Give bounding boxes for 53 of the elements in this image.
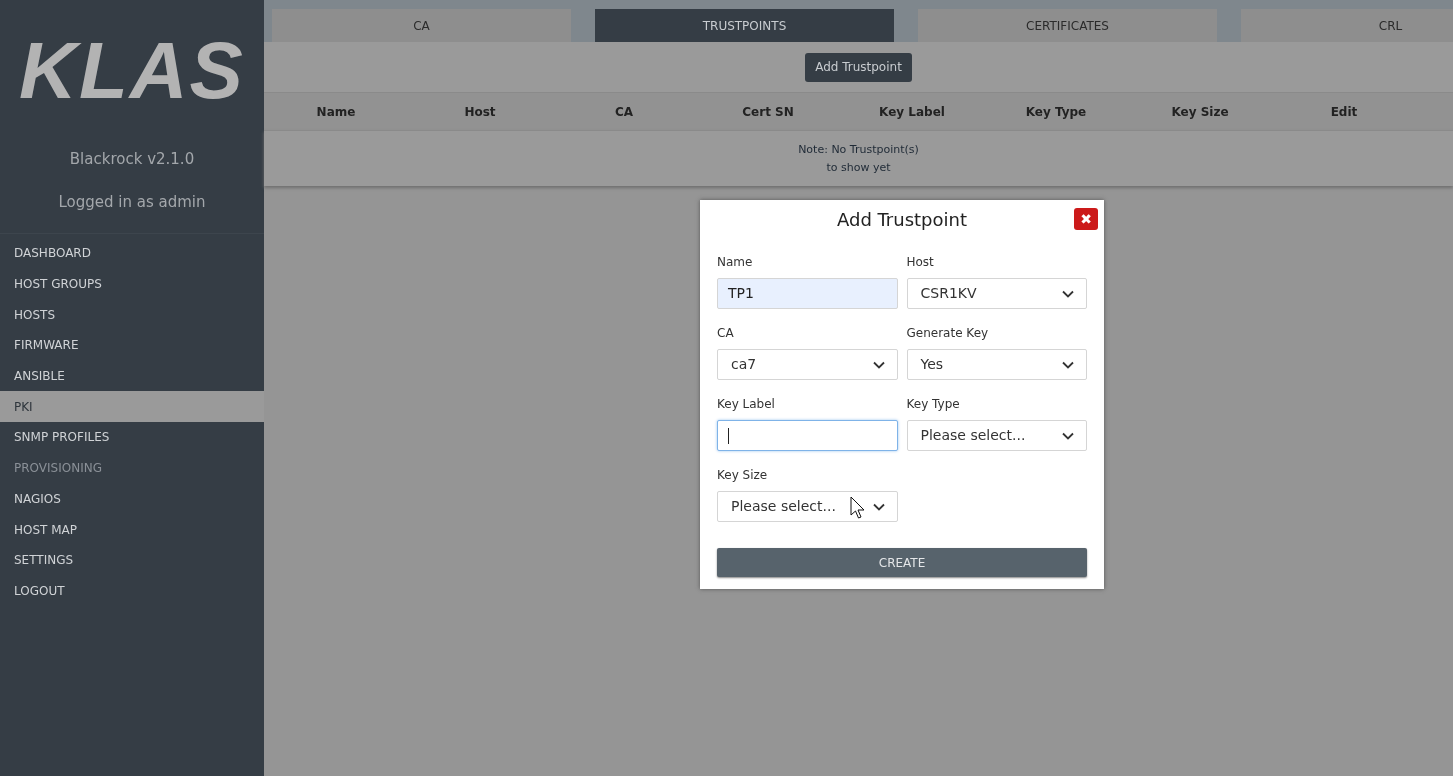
- column-header: Key Type: [1024, 103, 1088, 121]
- dialog-title: Add Trustpoint: [836, 207, 968, 232]
- field-label: Key Size: [717, 467, 769, 484]
- text-field[interactable]: [717, 420, 898, 451]
- nav-item[interactable]: SNMP PROFILES: [0, 422, 264, 453]
- logo: KLAS: [19, 31, 245, 111]
- note-text: to show yet: [826, 159, 891, 176]
- chevron-down-icon: [872, 360, 885, 369]
- close-button[interactable]: ✖: [1074, 208, 1098, 230]
- mouse-pointer-icon: [850, 496, 866, 520]
- nav-item[interactable]: ANSIBLE: [0, 360, 264, 392]
- create-button[interactable]: CREATE: [717, 548, 1087, 577]
- field-label: Generate Key: [906, 325, 990, 342]
- nav-item[interactable]: SETTINGS: [0, 544, 264, 576]
- field-label: CA: [717, 325, 735, 342]
- column-header: Cert SN: [741, 103, 795, 121]
- nav-item[interactable]: FIRMWARE: [0, 330, 264, 361]
- select-field[interactable]: Please select...: [906, 420, 1087, 451]
- column-header: CA: [613, 103, 635, 121]
- select-field[interactable]: ca7: [717, 349, 898, 380]
- field-label: Name: [717, 254, 754, 271]
- nav-item[interactable]: DASHBOARD: [0, 238, 264, 269]
- nav-item[interactable]: HOSTS: [0, 299, 264, 331]
- text-cursor: [728, 427, 729, 444]
- column-header: Key Label: [878, 103, 946, 121]
- chevron-down-icon: [1062, 431, 1074, 440]
- note-text: Note: No Trustpoint(s): [798, 141, 919, 158]
- field-label: Key Type: [906, 396, 961, 413]
- nav-item[interactable]: LOGOUT: [0, 575, 264, 607]
- column-header: Name: [315, 103, 357, 121]
- tab[interactable]: CERTIFICATES: [918, 9, 1217, 42]
- version-text: Blackrock v2.1.0: [68, 149, 196, 170]
- select-field[interactable]: Yes: [906, 349, 1087, 380]
- text-field[interactable]: TP1: [717, 278, 898, 309]
- select-field[interactable]: CSR1KV: [906, 278, 1087, 309]
- tab[interactable]: CRL: [1241, 9, 1453, 42]
- column-header: Edit: [1329, 103, 1359, 121]
- nav-item[interactable]: PKI: [0, 391, 264, 423]
- tab[interactable]: TRUSTPOINTS: [595, 9, 894, 42]
- chevron-down-icon: [1062, 289, 1074, 298]
- column-header: Host: [463, 103, 497, 121]
- select-field[interactable]: Please select...: [717, 491, 898, 522]
- nav-item[interactable]: NAGIOS: [0, 483, 264, 515]
- field-label: Key Label: [717, 396, 776, 413]
- tab[interactable]: CA: [272, 9, 571, 42]
- chevron-down-icon: [872, 502, 885, 511]
- column-header: Key Size: [1170, 103, 1230, 121]
- user-text: Logged in as admin: [57, 191, 207, 213]
- nav-item[interactable]: HOST MAP: [0, 514, 264, 545]
- field-label: Host: [906, 254, 935, 271]
- add-trustpoint-button[interactable]: Add Trustpoint: [805, 52, 912, 82]
- chevron-down-icon: [1062, 360, 1074, 369]
- nav-item[interactable]: HOST GROUPS: [0, 268, 264, 300]
